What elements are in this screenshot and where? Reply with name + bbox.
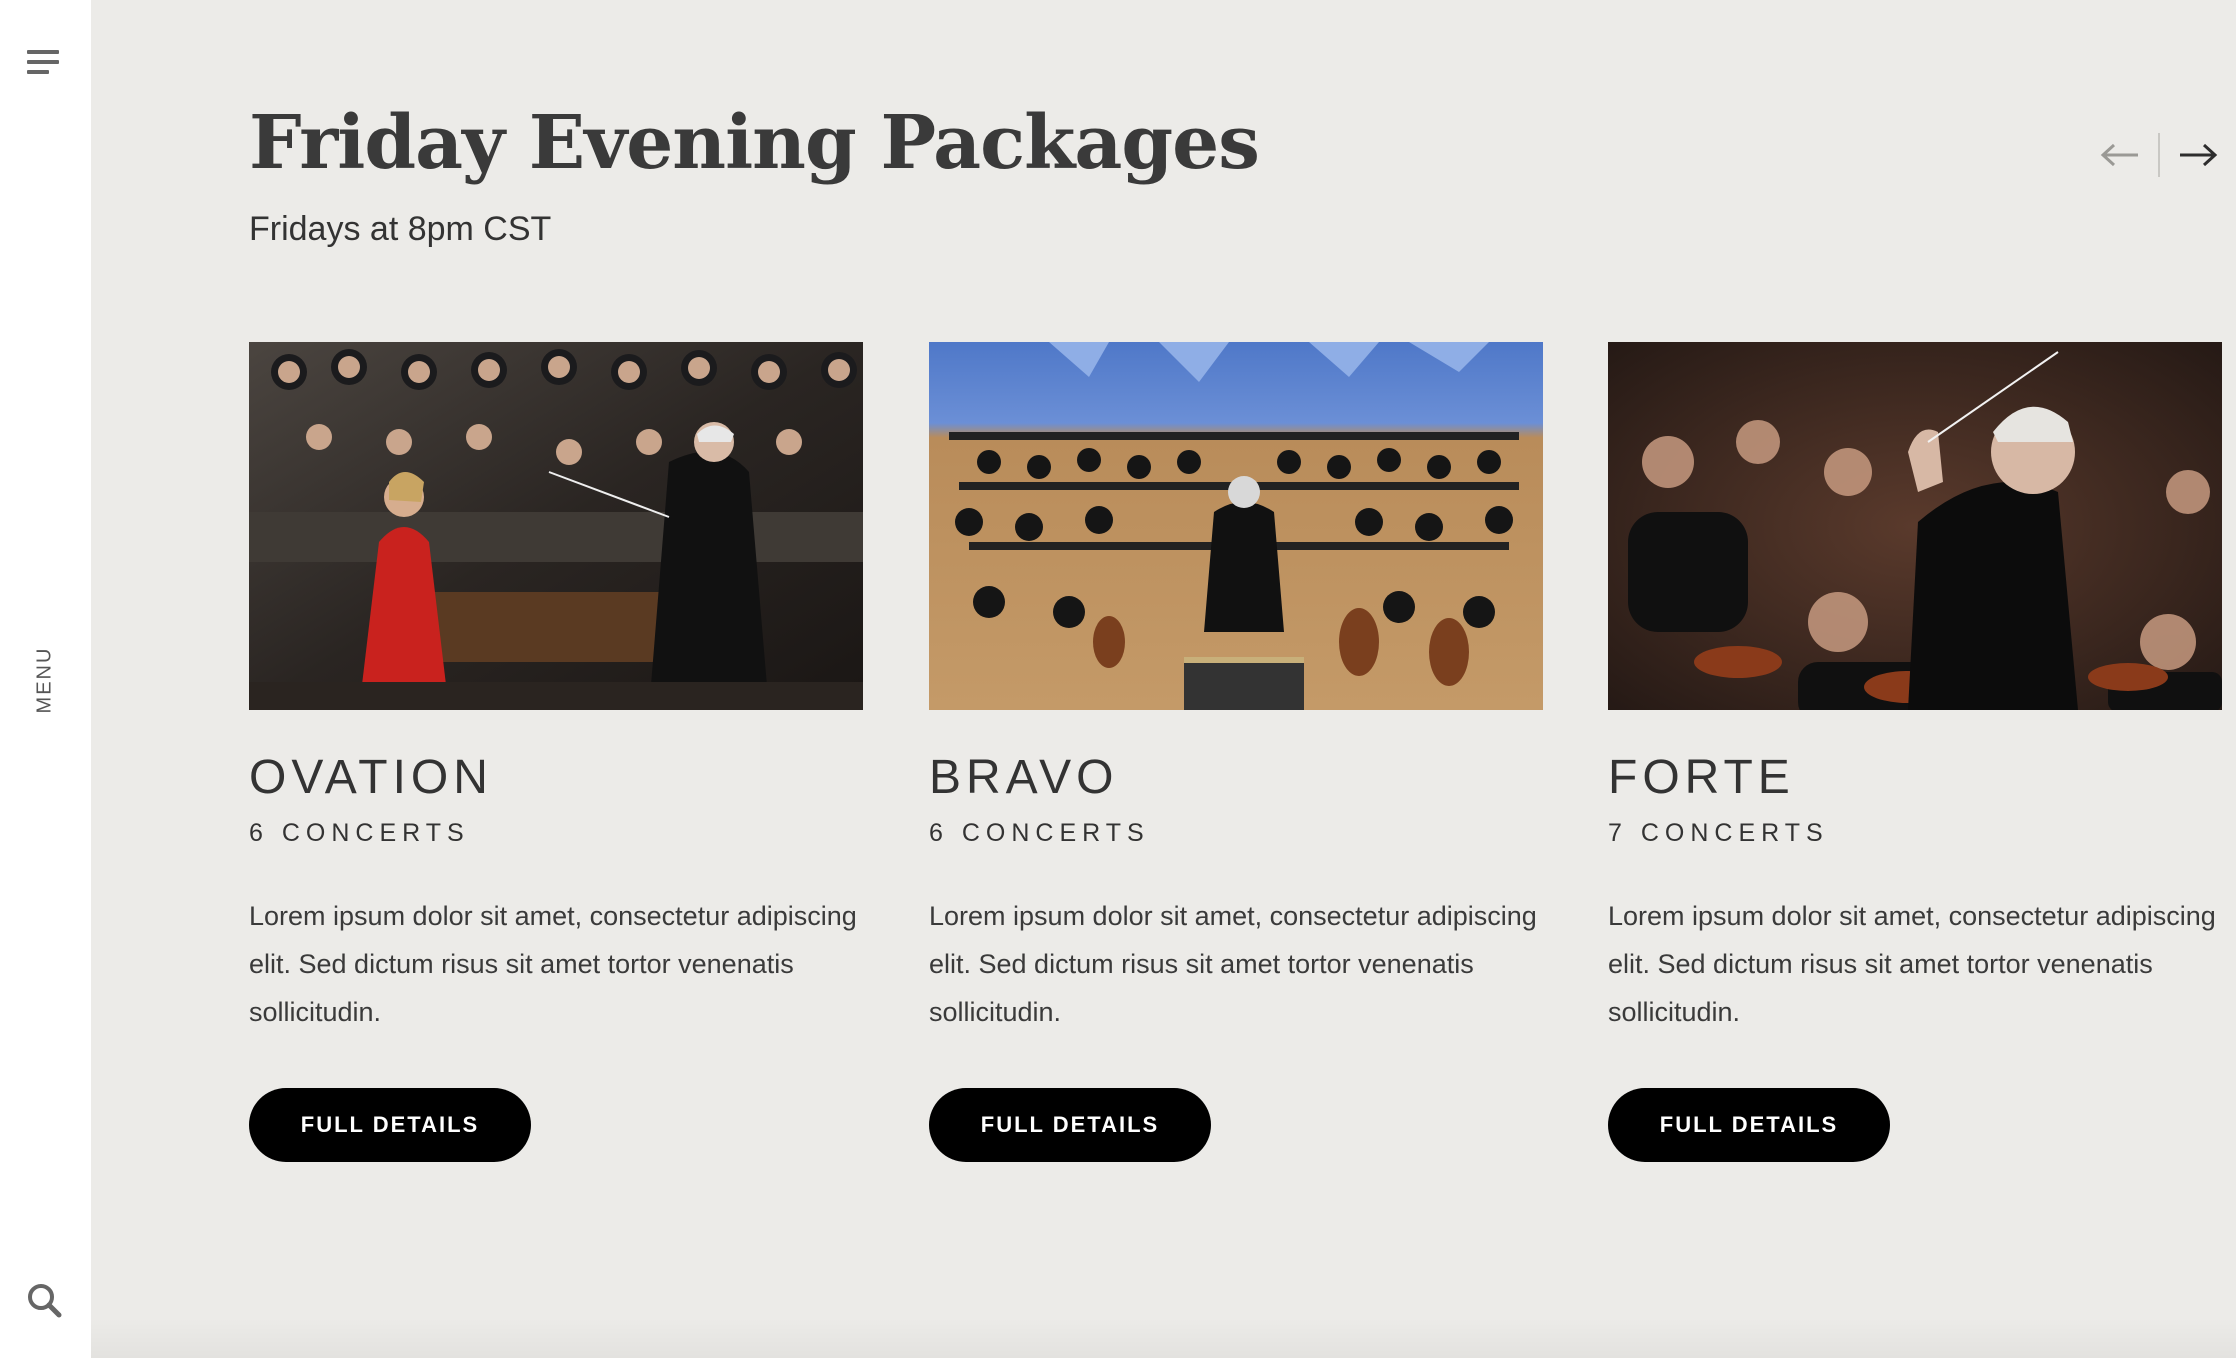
package-card: FORTE 7 CONCERTS Lorem ipsum dolor sit a… — [1608, 342, 2222, 1162]
arrow-left-icon — [2100, 143, 2138, 167]
carousel-nav — [2095, 130, 2225, 180]
full-details-button[interactable]: FULL DETAILS — [1608, 1088, 1890, 1162]
package-description: Lorem ipsum dolor sit amet, consectetur … — [1608, 901, 2216, 1027]
package-concert-count: 6 CONCERTS — [929, 819, 1150, 847]
nav-divider — [2158, 133, 2160, 177]
carousel-next-button[interactable] — [2173, 130, 2223, 180]
package-name: FORTE — [1608, 751, 1795, 804]
search-icon[interactable] — [26, 1282, 62, 1318]
package-card: OVATION 6 CONCERTS Lorem ipsum dolor sit… — [249, 342, 863, 1162]
package-description: Lorem ipsum dolor sit amet, consectetur … — [929, 901, 1537, 1027]
hamburger-icon[interactable] — [27, 50, 59, 74]
package-concert-count: 6 CONCERTS — [249, 819, 470, 847]
full-details-button[interactable]: FULL DETAILS — [249, 1088, 531, 1162]
package-concert-count: 7 CONCERTS — [1608, 819, 1829, 847]
package-name: OVATION — [249, 751, 493, 804]
package-image-forte[interactable] — [1608, 342, 2222, 710]
page-title: Friday Evening Packages — [249, 100, 1260, 186]
bottom-shade — [91, 1318, 2236, 1358]
package-card: BRAVO 6 CONCERTS Lorem ipsum dolor sit a… — [929, 342, 1543, 1162]
package-name: BRAVO — [929, 751, 1119, 804]
sidebar: MENU — [0, 0, 91, 1358]
package-description: Lorem ipsum dolor sit amet, consectetur … — [249, 901, 857, 1027]
full-details-button[interactable]: FULL DETAILS — [929, 1088, 1211, 1162]
package-image-ovation[interactable] — [249, 342, 863, 710]
page-subtitle: Fridays at 8pm CST — [249, 210, 552, 248]
arrow-right-icon — [2180, 143, 2218, 167]
package-image-bravo[interactable] — [929, 342, 1543, 710]
menu-label[interactable]: MENU — [34, 647, 57, 714]
carousel-prev-button[interactable] — [2095, 130, 2145, 180]
